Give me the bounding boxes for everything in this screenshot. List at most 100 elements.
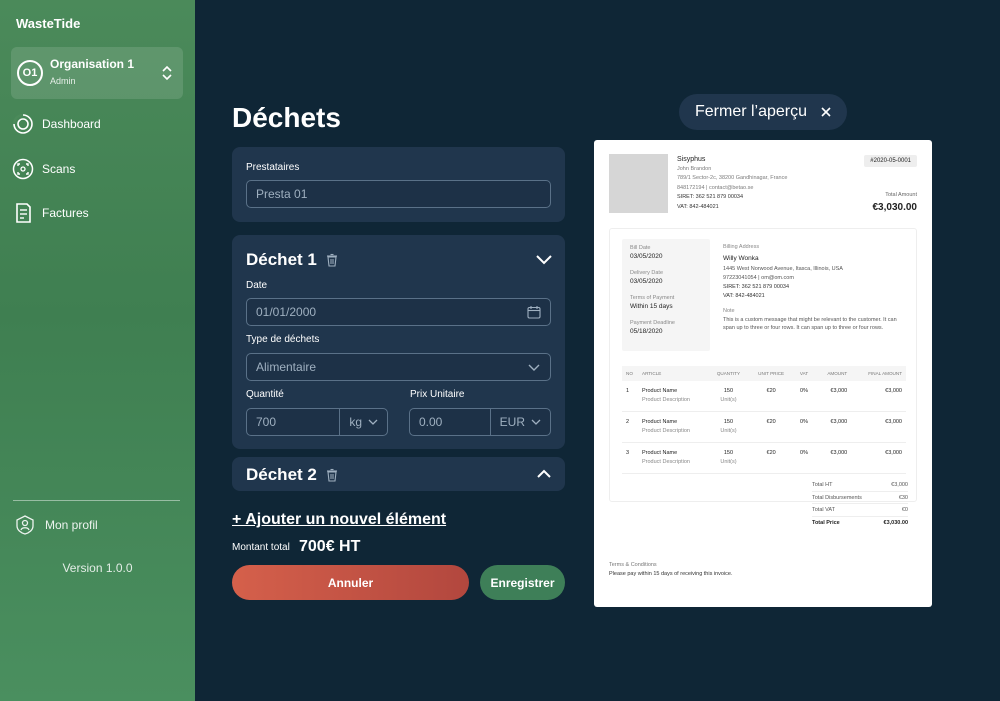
quantity-label: Quantité [246,389,284,400]
sum-value: €3,030.00 [883,519,908,526]
chevron-down-icon [528,364,540,371]
invoice-table: NO ARTICLE QUANTITY UNIT PRICE VAT AMOUN… [622,366,906,474]
row-no: 1 [622,381,638,412]
terms-payment: Within 15 days [630,302,673,310]
calendar-icon[interactable] [527,305,541,319]
total-label: Montant total [232,542,290,553]
profile-link[interactable]: Mon profil [15,515,98,535]
save-button[interactable]: Enregistrer [480,565,565,600]
row-quantity: 150 Unit(s) [708,411,749,443]
terms-text: Please pay within 15 days of receiving t… [609,571,733,577]
column-header: ARTICLE [638,366,708,381]
product-name: Product Name [642,450,678,456]
total-amount-label: Total Amount [885,192,917,198]
providers-input[interactable]: Presta 01 [246,180,551,208]
sum-value: €30 [898,494,908,501]
billing-name: Willy Wonka [723,255,759,262]
row-vat: 0% [793,411,815,443]
scan-icon [12,158,34,180]
row-vat: 0% [793,381,815,412]
product-description: Product Description [642,397,690,403]
date-label: Date [246,280,268,291]
sum-row: Total Price €3,030.00 [812,517,908,530]
row-no: 2 [622,411,638,443]
currency-select[interactable]: EUR [489,409,550,435]
sidebar-item-dashboard[interactable]: Dashboard [12,112,101,136]
billing-vat: VAT: 842-484021 [723,293,765,299]
sidebar-item-scans[interactable]: Scans [12,157,75,181]
delivery-date: 03/05/2020 [630,277,663,285]
waste-type-value: Alimentaire [256,360,317,374]
company-name: Sisyphus [677,156,706,163]
sum-label: Total HT [812,482,833,488]
waste-card-2: Déchet 2 [232,457,565,491]
sum-row: Total VAT €0 [812,504,908,517]
billing-block: Billing Address Willy Wonka 1445 West No… [723,243,908,332]
row-final-amount: €3,000 [851,411,906,443]
note-label: Note [723,308,735,314]
quantity-input[interactable]: 700 kg [246,408,388,436]
company-logo-placeholder [609,154,668,213]
row-article: Product Name Product Description [638,442,708,474]
currency-value: EUR [499,415,525,429]
sum-label: Total Disbursements [812,494,862,501]
column-header: QUANTITY [708,366,749,381]
column-header: VAT [793,366,815,381]
org-switcher[interactable]: O1 Organisation 1 Admin [11,47,183,99]
invoice-dates: Bill Date 03/05/2020 Delivery Date 03/05… [622,239,710,351]
note-text: This is a custom message that might be r… [723,317,897,331]
unit-value: kg [349,415,362,429]
row-quantity: 150 Unit(s) [708,442,749,474]
row-article: Product Name Product Description [638,411,708,443]
profile-label: Mon profil [45,518,98,532]
chevron-up-down-icon [162,65,172,81]
row-unit-price: €20 [748,411,794,443]
company-phone-email: 848172194 | contact@betao.se [677,184,754,191]
date-input[interactable]: 01/01/2000 [246,298,551,326]
org-name: Organisation 1 [50,57,135,71]
sum-value: €0 [901,507,908,513]
waste-type-select[interactable]: Alimentaire [246,353,551,381]
sidebar-item-label: Dashboard [42,117,101,131]
unit-price-input[interactable]: 0.00 EUR [409,408,551,436]
table-header-row: NO ARTICLE QUANTITY UNIT PRICE VAT AMOUN… [622,366,906,381]
version-label: Version 1.0.0 [62,561,133,575]
company-contact: John Brandon [677,165,712,172]
close-icon [821,107,831,117]
add-item-link[interactable]: + Ajouter un nouvel élément [232,511,446,529]
row-article: Product Name Product Description [638,381,708,412]
unit-select[interactable]: kg [339,409,387,435]
row-unit-price: €20 [748,381,794,412]
sidebar-divider [13,500,180,501]
trash-icon[interactable] [325,468,339,482]
waste-1-title: Déchet 1 [246,250,317,269]
deadline-label: Payment Deadline [630,320,675,326]
row-no: 3 [622,442,638,474]
chevron-down-icon [368,419,378,425]
column-header: NO [622,366,638,381]
row-amount: €3,000 [814,381,852,412]
terms-label: Terms & Conditions [609,562,657,568]
row-final-amount: €3,000 [851,442,906,474]
invoice-number: #2020-05-0001 [864,155,917,167]
waste-card-1: Déchet 1 Date 01/01/2000 Type de déchets… [232,235,565,449]
chevron-down-icon[interactable] [535,250,553,268]
row-unit-price: €20 [748,442,794,474]
terms-payment-label: Terms of Payment [630,295,675,301]
cancel-button[interactable]: Annuler [232,565,469,600]
quantity-unit: Unit(s) [720,428,737,434]
waste-2-header: Déchet 2 [246,465,339,485]
close-preview-button[interactable]: Fermer l’aperçu [679,94,847,130]
org-role: Admin [50,76,76,86]
row-amount: €3,000 [814,411,852,443]
date-value: 01/01/2000 [256,305,317,319]
sidebar-item-factures[interactable]: Factures [12,201,89,225]
product-name: Product Name [642,388,678,394]
product-description: Product Description [642,428,690,434]
column-header: UNIT PRICE [748,366,794,381]
trash-icon[interactable] [325,253,339,267]
deadline: 05/18/2020 [630,327,663,335]
chevron-up-icon[interactable] [535,465,553,483]
bill-date-label: Bill Date [630,245,651,251]
invoice-company-block: Sisyphus John Brandon 789/1 Sector-2c, 3… [677,155,787,212]
